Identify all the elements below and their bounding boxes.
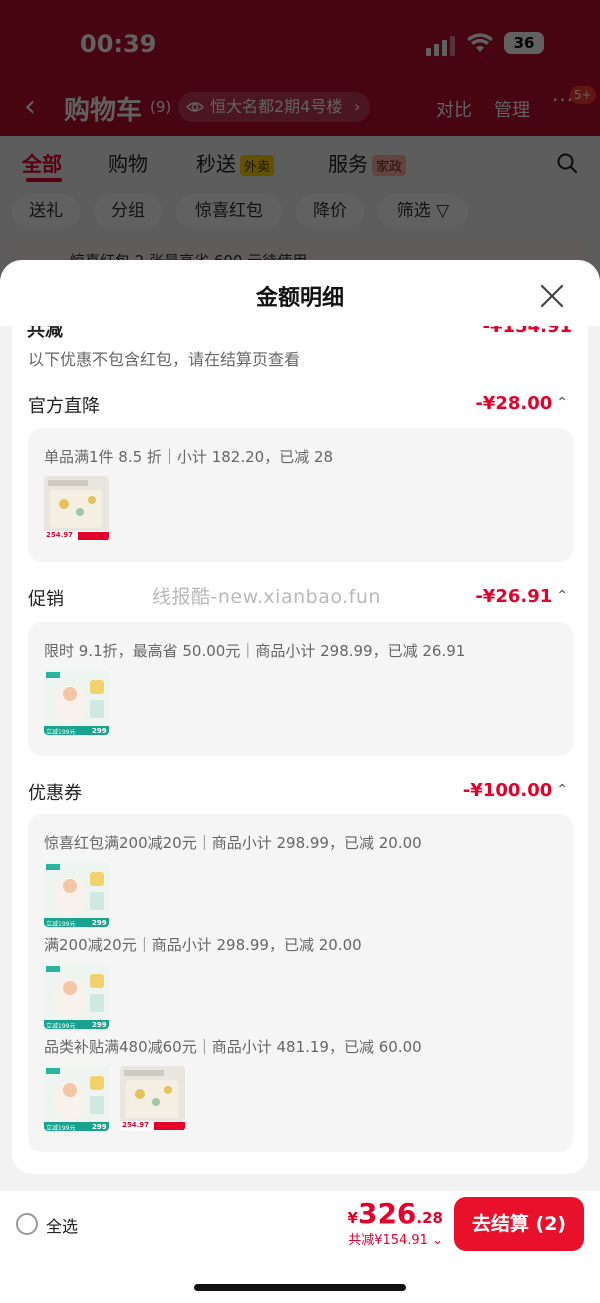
filter-button[interactable]: 筛选 ▽ [378,194,468,228]
product-thumbnail-swaddle[interactable]: 立减199元 299 [44,862,109,927]
sheet-header: 金额明细 [0,260,600,326]
section-value-coupons[interactable]: -¥100.00 ⌃ [463,780,568,801]
address-selector[interactable]: 恒大名都2期4号楼 › [178,92,371,122]
price-integer: 326 [357,1197,417,1230]
discount-note: 以下优惠不包含红包，请在结算页查看 [28,350,301,369]
total-discount-value: -¥154.91 [482,326,572,337]
select-all-label[interactable]: 全选 [46,1213,78,1237]
thumb-tag: 立减199元 [46,1125,76,1131]
thumb-price: 299 [92,919,107,927]
chevron-up-icon: ⌃ [556,395,568,411]
filter-chips: 送礼 分组 惊喜红包 降价 筛选 ▽ [0,194,600,228]
thumb-price: 299 [92,1123,107,1131]
select-all-radio[interactable] [16,1213,38,1235]
swaddle-image-icon [44,670,109,735]
product-thumbnail-swaddle[interactable]: 立减199元 299 [44,964,109,1029]
section-title-coupons: 优惠券 [28,783,82,804]
thumb-price: 299 [92,727,107,735]
section-value: -¥100.00 [462,780,553,801]
tab-shopping[interactable]: 购物 [108,148,148,177]
discount-line: 单品满1件 8.5 折｜小计 182.20，已减 28 [44,448,334,466]
product-thumbnail-blanket[interactable]: 254.97 [44,476,109,541]
eye-icon [186,102,204,112]
section-value-promotion[interactable]: -¥26.91 ⌃ [475,586,568,607]
active-tab-indicator [26,178,62,182]
checkout-bar: 全选 ¥326.28 共减¥154.91 ⌄ 去结算 (2) [0,1191,600,1303]
thumb-price: 254.97 [122,1121,150,1129]
discount-detail-card: 共减 -¥154.91 以下优惠不包含红包，请在结算页查看 官方直降 -¥28.… [12,326,588,1174]
product-thumbnail-blanket[interactable]: 254.97 [120,1066,185,1131]
housekeeping-pill: 家政 [372,155,407,176]
price-currency: ¥ [347,1209,358,1227]
section-title-official-discount: 官方直降 [28,396,100,417]
cellular-signal-icon [426,36,455,56]
home-indicator [194,1284,406,1291]
notification-badge: 5+ [570,86,596,104]
discount-line: 限时 9.1折，最高省 50.00元｜商品小计 298.99，已减 26.91 [44,642,466,660]
total-saved[interactable]: 共减¥154.91 ⌄ [348,1229,443,1248]
swaddle-image-icon [44,964,109,1029]
coupon-line-full-reduction: 满200减20元｜商品小计 298.99，已减 20.00 [44,936,362,954]
total-saved-text: 共减¥154.91 [348,1233,428,1248]
tab-label: 秒送 [196,152,236,176]
swaddle-image-icon [44,862,109,927]
checkout-button[interactable]: 去结算 (2) [454,1197,584,1251]
search-icon[interactable] [556,152,578,174]
coupon-line-surprise: 惊喜红包满200减20元｜商品小计 298.99，已减 20.00 [44,834,422,852]
tab-all[interactable]: 全部 [22,148,62,177]
coupons-box: 惊喜红包满200减20元｜商品小计 298.99，已减 20.00 立减199元… [28,814,573,1152]
wifi-icon [467,33,493,52]
thumb-tag: 立减199元 [46,729,76,735]
product-thumbnail-swaddle[interactable]: 立减199元 299 [44,670,109,735]
price-decimal: .28 [416,1209,443,1227]
coupon-line-category-subsidy: 品类补贴满480减60元｜商品小计 481.19，已减 60.00 [44,1038,422,1056]
status-time: 00:39 [80,30,157,58]
chevron-up-icon: ⌃ [556,588,568,604]
swaddle-image-icon [44,1066,109,1131]
filter-gift[interactable]: 送礼 [12,194,80,228]
sheet-title: 金额明细 [255,286,344,311]
cart-tabs: 全部 购物 秒送 外卖 服务 家政 [0,146,600,186]
address-text: 恒大名都2期4号楼 [210,97,343,116]
status-bar: 00:39 36 [0,28,600,62]
manage-button[interactable]: 管理 [494,96,530,122]
filter-price-drop[interactable]: 降价 [296,194,364,228]
promotion-box: 限时 9.1折，最高省 50.00元｜商品小计 298.99，已减 26.91 … [28,622,573,756]
total-discount-label: 共减 [27,326,63,341]
watermark-text: 线报酷-new.xianbao.fun [152,586,381,608]
battery-icon: 36 [504,32,544,54]
cart-nav-bar: ‹ 购物车 (9) 恒大名都2期4号楼 › 对比 管理 ··· 5+ [0,86,600,128]
total-price: ¥326.28 [348,1197,443,1230]
amount-detail-sheet: 金额明细 共减 -¥154.91 以下优惠不包含红包，请在结算页查看 官方直降 … [0,260,600,1191]
compare-button[interactable]: 对比 [436,96,472,122]
close-icon[interactable] [536,280,568,312]
section-title-promotion: 促销 [28,589,64,610]
product-thumbnail-swaddle[interactable]: 立减199元 299 [44,1066,109,1131]
filter-group[interactable]: 分组 [94,194,162,228]
chevron-up-icon: ⌃ [556,782,568,798]
filter-surprise-red-packet[interactable]: 惊喜红包 [176,194,282,228]
chevron-down-icon: ⌄ [432,1233,443,1248]
page-title: 购物车 [64,96,143,126]
thumb-tag: 立减199元 [46,921,76,927]
cart-count: (9) [150,98,172,116]
tab-label: 服务 [328,152,368,176]
thumb-price: 254.97 [46,531,74,539]
section-value: -¥28.00 [475,393,553,414]
section-value-official-discount[interactable]: -¥28.00 ⌃ [475,393,568,414]
official-discount-box: 单品满1件 8.5 折｜小计 182.20，已减 28 254.97 [28,428,573,562]
tab-services[interactable]: 服务 家政 [328,148,407,177]
thumb-tag: 立减199元 [46,1023,76,1029]
chevron-right-icon: › [353,97,361,116]
back-chevron-icon[interactable]: ‹ [24,92,36,122]
section-value: -¥26.91 [475,586,553,607]
thumb-price: 299 [92,1021,107,1029]
tab-instant-delivery[interactable]: 秒送 外卖 [196,148,275,177]
takeout-pill: 外卖 [240,155,275,176]
